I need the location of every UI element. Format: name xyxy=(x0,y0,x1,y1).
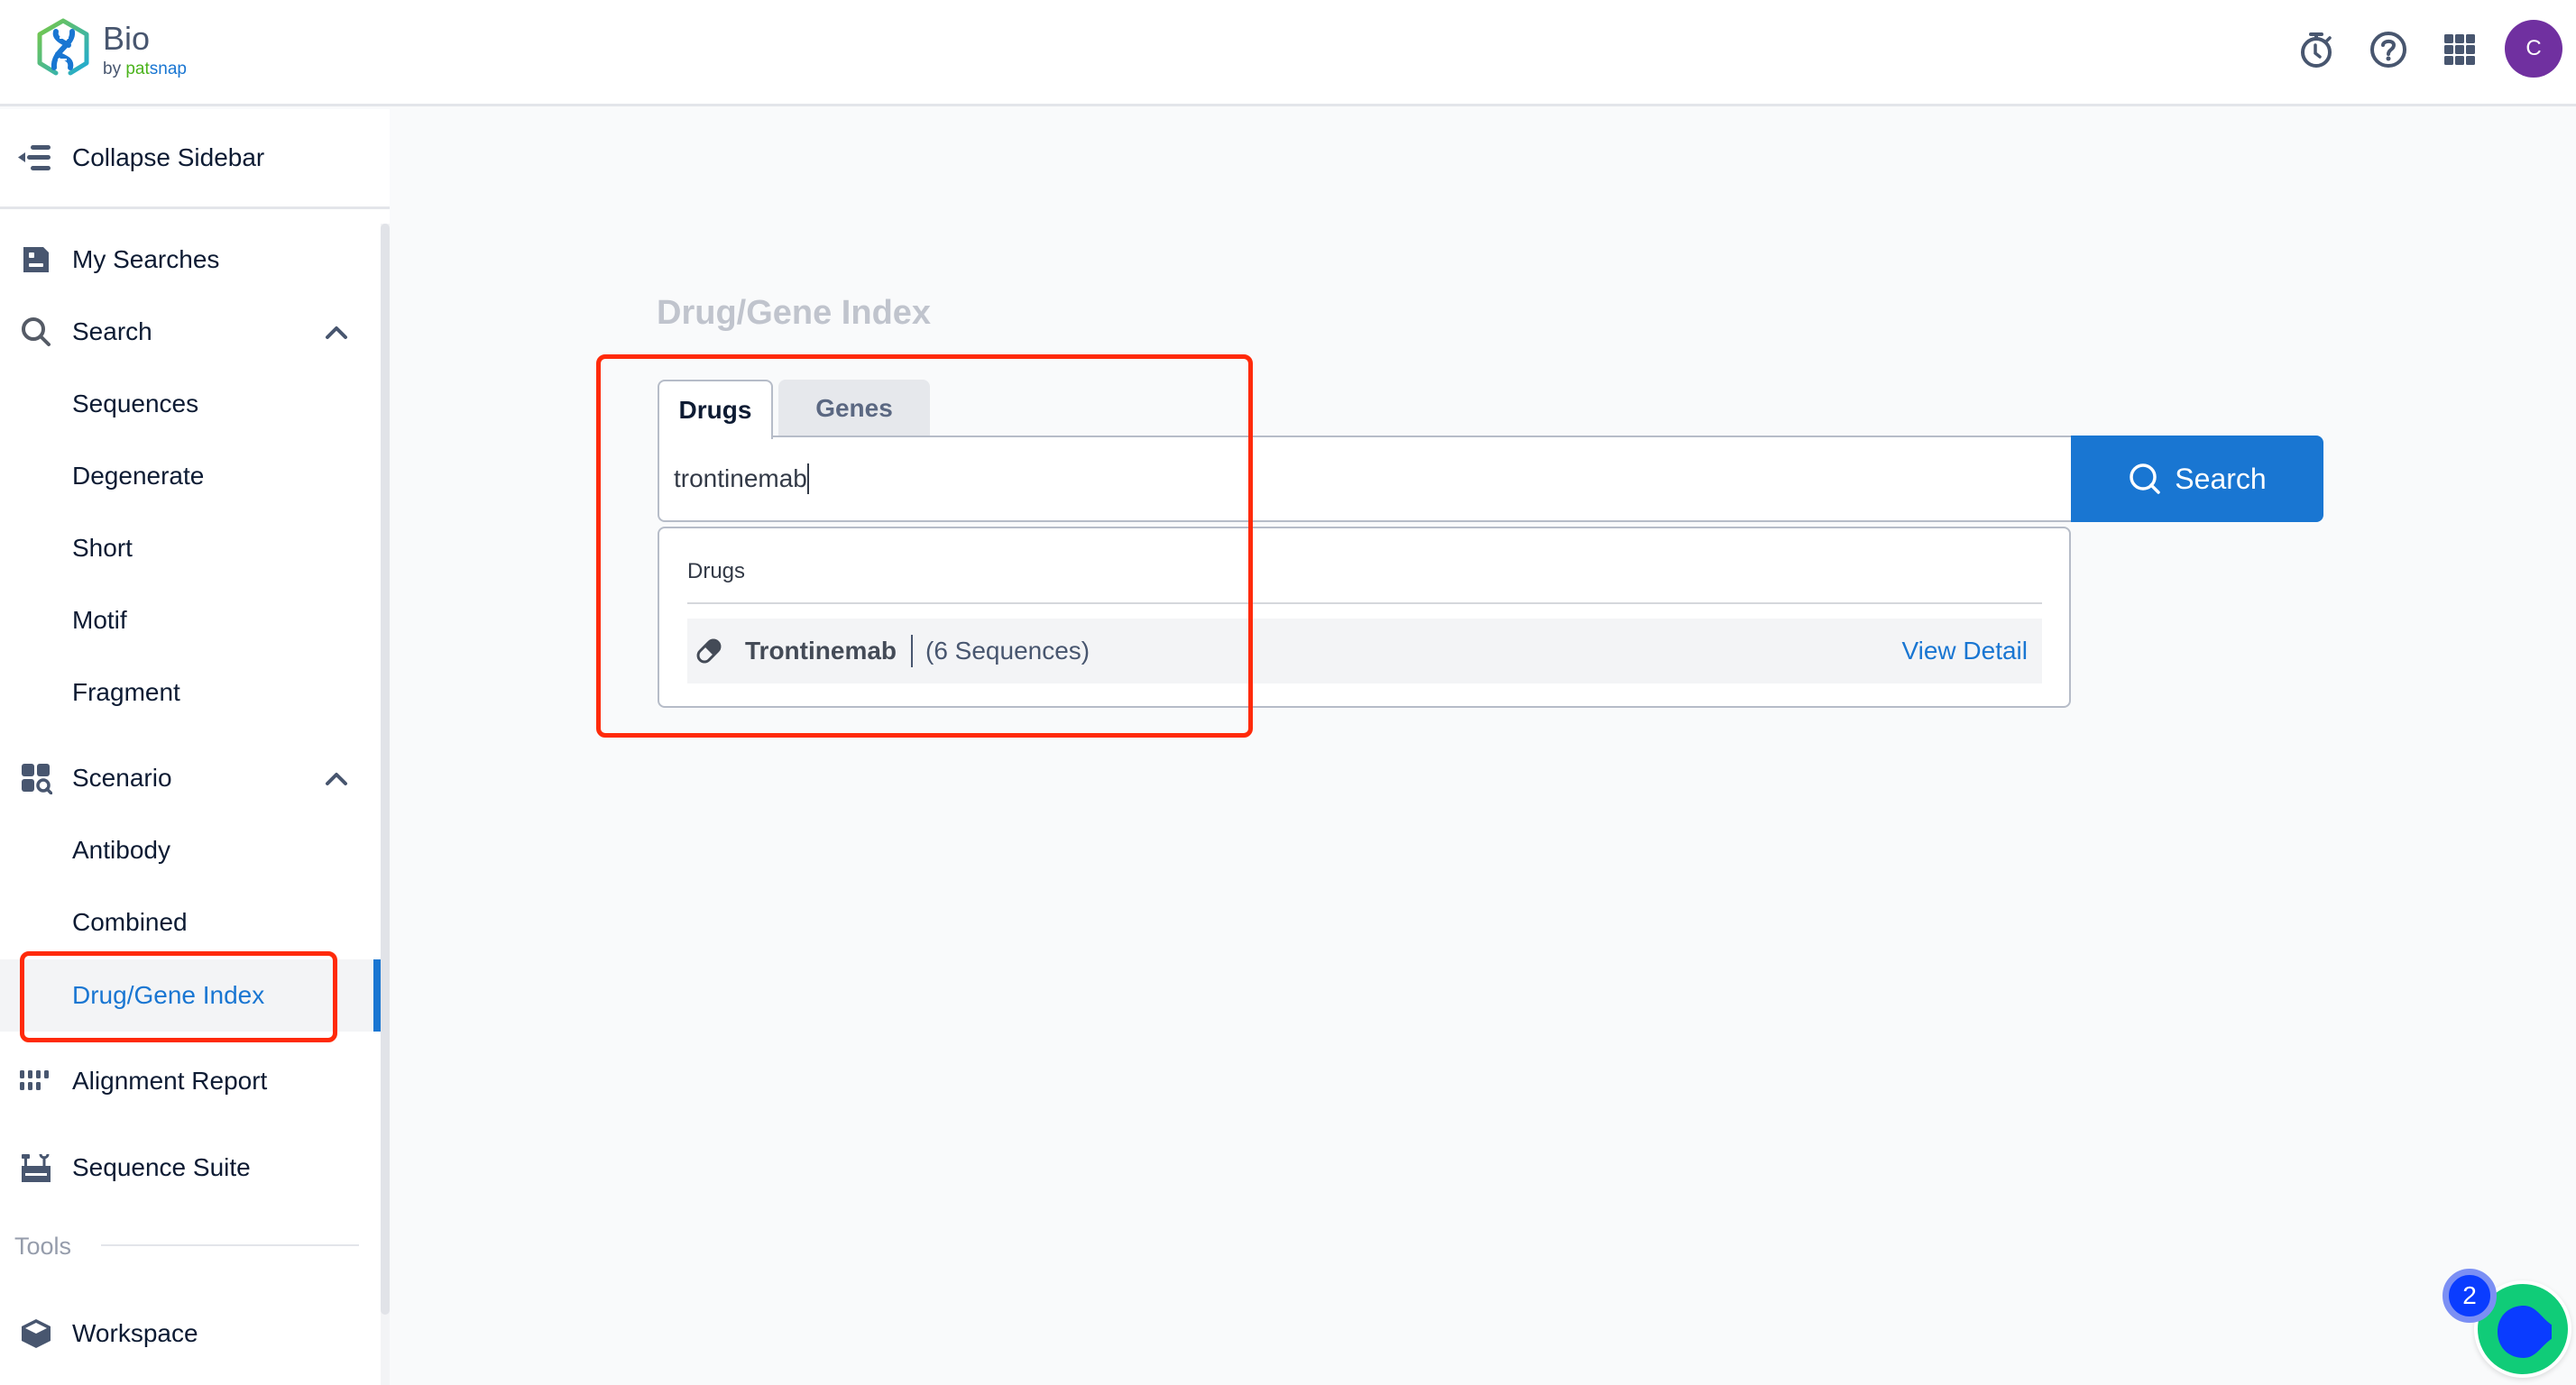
notification-badge[interactable]: 2 xyxy=(2443,1269,2497,1323)
tools-divider xyxy=(101,1244,359,1246)
sidebar-item-my-searches[interactable]: My Searches xyxy=(0,224,381,296)
help-icon[interactable] xyxy=(2369,31,2407,69)
sidebar-item-label: Search xyxy=(72,317,152,345)
sidebar: Collapse Sidebar My Searches Search Sequ… xyxy=(0,109,390,1385)
collapse-sidebar-button[interactable]: Collapse Sidebar xyxy=(0,109,390,209)
sidebar-item-alignment-report[interactable]: Alignment Report xyxy=(0,1045,381,1117)
apps-grid-icon[interactable] xyxy=(2441,31,2479,69)
sidebar-item-motif[interactable]: Motif xyxy=(0,584,381,656)
sidebar-item-short[interactable]: Short xyxy=(0,512,381,584)
dropdown-section-header: Drugs xyxy=(687,559,746,583)
tools-section-label: Tools xyxy=(14,1233,72,1260)
view-detail-link[interactable]: View Detail xyxy=(1901,637,2028,665)
sequence-count: (6 Sequences) xyxy=(925,637,1090,665)
pill-icon xyxy=(696,638,722,664)
sidebar-item-degenerate[interactable]: Degenerate xyxy=(0,440,381,512)
sidebar-item-fragment[interactable]: Fragment xyxy=(0,656,381,729)
collapse-sidebar-icon xyxy=(18,145,51,170)
sidebar-item-workspace[interactable]: Workspace xyxy=(0,1298,381,1370)
sidebar-item-label: Fragment xyxy=(72,678,180,706)
app-logo[interactable]: Bio by patsnap xyxy=(34,18,187,81)
sidebar-item-label: Combined xyxy=(72,908,188,936)
drug-search-input[interactable] xyxy=(658,436,2072,522)
logo-subtitle: by patsnap xyxy=(103,59,187,78)
text-caret xyxy=(807,463,809,494)
sidebar-item-label: Drug/Gene Index xyxy=(72,981,265,1009)
sidebar-item-label: Workspace xyxy=(72,1319,198,1347)
user-avatar[interactable]: C xyxy=(2505,20,2562,78)
autocomplete-dropdown: Drugs Trontinemab (6 Sequences) View Det… xyxy=(658,527,2071,708)
stopwatch-icon[interactable] xyxy=(2297,31,2335,69)
sidebar-item-label: Sequence Suite xyxy=(72,1153,251,1181)
chevron-up-icon[interactable] xyxy=(323,769,350,787)
top-header: Bio by patsnap C xyxy=(0,0,2576,106)
search-button-label: Search xyxy=(2175,462,2267,495)
sidebar-item-label: Scenario xyxy=(72,764,172,792)
assistant-drop-icon xyxy=(2498,1306,2552,1358)
search-button[interactable]: Search xyxy=(2071,436,2323,522)
dna-logo-icon xyxy=(37,18,89,76)
sidebar-item-label: Short xyxy=(72,534,133,562)
dropdown-result-item[interactable]: Trontinemab (6 Sequences) View Detail xyxy=(687,619,2042,683)
sidebar-scrollbar-thumb[interactable] xyxy=(381,224,390,1315)
active-indicator xyxy=(373,959,381,1032)
sidebar-item-search[interactable]: Search xyxy=(0,296,381,368)
sidebar-item-sequences[interactable]: Sequences xyxy=(0,368,381,440)
tab-genes[interactable]: Genes xyxy=(778,380,930,437)
sidebar-item-sequence-suite[interactable]: Sequence Suite xyxy=(0,1132,381,1204)
sidebar-item-label: Sequences xyxy=(72,390,199,417)
alignment-report-icon xyxy=(20,1070,49,1090)
search-icon xyxy=(2130,463,2161,494)
my-searches-icon xyxy=(23,247,49,272)
dropdown-divider xyxy=(687,602,2042,604)
drug-name: Trontinemab xyxy=(745,637,897,665)
sidebar-item-antibody[interactable]: Antibody xyxy=(0,814,381,886)
chevron-up-icon[interactable] xyxy=(323,323,350,341)
sidebar-item-label: Degenerate xyxy=(72,462,205,490)
sidebar-item-scenario[interactable]: Scenario xyxy=(0,742,381,814)
logo-title: Bio xyxy=(103,19,151,57)
collapse-sidebar-label: Collapse Sidebar xyxy=(72,143,265,171)
sidebar-item-label: Antibody xyxy=(72,836,170,864)
sidebar-item-drug-gene-index[interactable]: Drug/Gene Index xyxy=(0,959,381,1032)
scenario-icon xyxy=(22,764,52,794)
page-title: Drug/Gene Index xyxy=(657,294,932,332)
sidebar-item-label: Motif xyxy=(72,606,127,634)
sidebar-item-label: My Searches xyxy=(72,245,220,273)
sidebar-item-combined[interactable]: Combined xyxy=(0,886,381,958)
sidebar-item-label: Alignment Report xyxy=(72,1067,268,1095)
tab-drugs[interactable]: Drugs xyxy=(658,380,773,439)
result-separator xyxy=(911,635,913,667)
search-icon xyxy=(22,317,51,346)
sequence-suite-icon xyxy=(22,1153,51,1182)
workspace-icon xyxy=(22,1319,51,1348)
